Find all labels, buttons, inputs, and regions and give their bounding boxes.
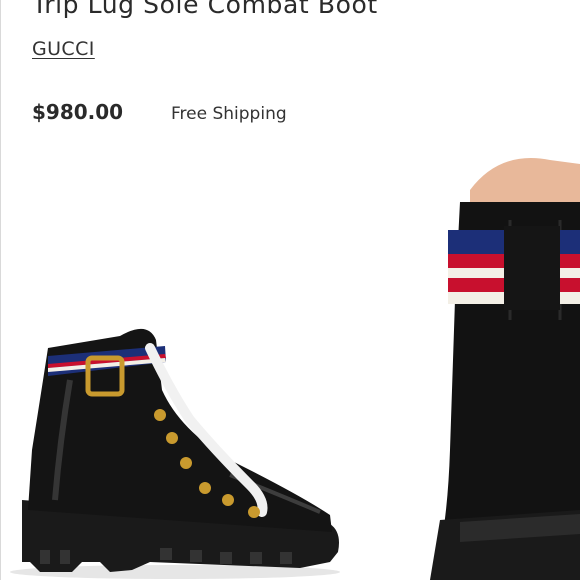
product-page: Trip Lug Sole Combat Boot GUCCI $980.00 …: [0, 0, 580, 580]
web-strap-back: [448, 226, 580, 310]
product-title: Trip Lug Sole Combat Boot: [32, 0, 378, 19]
boot-back-closeup-image[interactable]: [400, 150, 580, 580]
brand-link[interactable]: GUCCI: [32, 38, 95, 60]
product-price: $980.00: [32, 100, 124, 124]
shipping-info: Free Shipping: [171, 104, 287, 124]
boot-side-view-image[interactable]: [0, 300, 360, 580]
